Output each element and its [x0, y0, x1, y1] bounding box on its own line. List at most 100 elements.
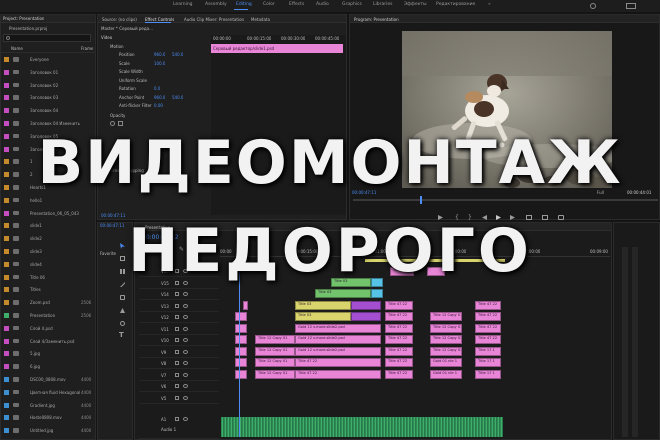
track-lock-icon[interactable] — [175, 349, 179, 354]
column-rate-header[interactable]: Frame — [81, 46, 93, 51]
timeline-clip[interactable]: Gold 01 nle 1 — [430, 358, 462, 367]
timeline-clip[interactable]: Title 17 1 — [475, 358, 501, 367]
workspace-tab-audio[interactable]: Audio — [316, 2, 329, 7]
timeline-clip[interactable]: Title 47 22 — [385, 347, 413, 356]
workspace-tab-graphics[interactable]: Graphics — [342, 2, 362, 7]
track-visibility-icon[interactable] — [183, 326, 188, 331]
effect-property-value[interactable]: 540.0 — [172, 52, 183, 57]
timeline-clip[interactable]: Gold 01 nle 1 — [430, 370, 462, 379]
track-visibility-icon[interactable] — [183, 395, 188, 400]
timeline-clip[interactable]: Title 12 Copy 01 — [255, 358, 295, 367]
workspace-tab-effects-ru[interactable]: Эффекты — [404, 2, 427, 7]
track-lock-icon[interactable] — [175, 292, 179, 296]
track-header[interactable]: V11 — [139, 325, 219, 335]
project-panel-title[interactable]: Project: Presentation — [3, 16, 44, 21]
program-monitor-title[interactable]: Program: Presentation — [354, 17, 399, 22]
project-item[interactable]: Слой 4.psd — [1, 324, 95, 333]
timeline-clip[interactable] — [351, 301, 381, 310]
timeline-clip[interactable] — [235, 312, 247, 321]
timeline-clip[interactable]: Title 47 22 — [295, 370, 381, 379]
track-visibility-icon[interactable] — [183, 292, 188, 296]
timeline-clip[interactable]: Title 12 Copy 01 — [255, 370, 295, 379]
project-search-input[interactable] — [3, 34, 91, 42]
workspace-overflow-icon[interactable]: » — [488, 2, 491, 7]
timeline-clip[interactable] — [351, 312, 381, 321]
track-visibility-icon[interactable] — [183, 361, 188, 365]
mask-rect-icon[interactable] — [118, 121, 123, 126]
timeline-clip[interactable]: Title 12 Copy 01 — [255, 335, 295, 344]
timeline-clip[interactable]: Title 03 — [315, 289, 371, 298]
timeline-clip[interactable]: Title 47 22 — [385, 312, 413, 321]
effect-property-value[interactable]: 960.0 — [154, 95, 165, 100]
effect-property-row[interactable]: Position 960.0 540.0 — [116, 51, 211, 59]
mask-ellipse-icon[interactable] — [110, 121, 115, 126]
workspace-tab-editing[interactable]: Editing — [236, 2, 252, 7]
project-item[interactable]: 5.jpg — [1, 349, 95, 358]
workspace-tab-learning[interactable]: Learning — [173, 2, 193, 7]
timeline-clip[interactable] — [235, 370, 247, 379]
timeline-clip[interactable]: Title 12 Copy 03 — [430, 335, 462, 344]
timeline-clip[interactable]: Title 03 — [295, 312, 351, 321]
timeline-clip[interactable]: Title 12 Copy 01 — [430, 312, 462, 321]
timeline-clip[interactable] — [235, 335, 247, 344]
timeline-clip[interactable]: Title 17 1 — [475, 370, 501, 379]
track-visibility-icon[interactable] — [183, 349, 188, 354]
track-header[interactable]: V5 — [139, 394, 219, 404]
track-lock-icon[interactable] — [175, 326, 179, 331]
project-item[interactable]: Слой 4/Заменить.psd — [1, 337, 95, 346]
track-visibility-icon[interactable] — [183, 338, 188, 342]
track-header[interactable]: V9 — [139, 348, 219, 358]
project-item[interactable]: 6.jpg — [1, 362, 95, 371]
timeline-clip[interactable] — [235, 358, 247, 367]
timeline-clip[interactable]: Title 47 22 — [385, 370, 413, 379]
project-item[interactable]: Everyone — [1, 55, 95, 64]
effect-property-row[interactable]: Rotation 0.0 — [116, 85, 211, 93]
track-lock-icon[interactable] — [175, 315, 179, 319]
track-header[interactable]: V14 — [139, 290, 219, 300]
hand-tool-icon[interactable] — [120, 321, 125, 326]
timeline-clip[interactable]: Title 47 22 — [385, 301, 413, 310]
track-lock-icon[interactable] — [175, 338, 179, 342]
track-header[interactable]: A1 Audio 1 — [139, 415, 219, 439]
project-item[interactable]: Заголовок 01 — [1, 68, 95, 77]
track-header[interactable]: V13 — [139, 302, 219, 312]
effect-property-value[interactable]: 0.00 — [154, 103, 163, 108]
project-item[interactable]: Presentation 2506 — [1, 311, 95, 320]
timeline-clip[interactable] — [235, 324, 247, 333]
motion-section-label[interactable]: Motion — [110, 44, 124, 49]
maximize-icon[interactable] — [626, 3, 636, 9]
timeline-clip[interactable]: Title 12 Copy 01 — [430, 324, 462, 333]
timeline-clip[interactable]: Title 47 22 — [475, 335, 501, 344]
tab-audio-clip-mixer[interactable]: Audio Clip Mixer: Presentation — [184, 17, 244, 22]
project-item[interactable]: Untitled.jpg 4400 — [1, 426, 95, 435]
effect-property-value[interactable]: 960.0 — [154, 52, 165, 57]
workspace-tab-assembly[interactable]: Assembly — [205, 2, 227, 7]
effect-property-value[interactable]: 100.0 — [154, 61, 165, 66]
workspace-tab-color[interactable]: Color — [263, 2, 275, 7]
track-lock-icon[interactable] — [175, 303, 179, 308]
project-item[interactable]: Заголовок 04 — [1, 106, 95, 115]
pen-tool-icon[interactable] — [120, 308, 125, 313]
opacity-section-label[interactable]: Opacity — [110, 113, 125, 118]
track-visibility-icon[interactable] — [183, 303, 188, 308]
column-name-header[interactable]: Name — [11, 46, 23, 51]
track-visibility-icon[interactable] — [183, 372, 188, 377]
master-clip-selector[interactable]: Master * Серовый реда... — [101, 26, 153, 31]
timeline-clip[interactable]: Gold 12 v.more.slide2.psd — [295, 347, 381, 356]
timeline-clip[interactable]: Title 12 Copy 03 — [430, 347, 462, 356]
track-lock-icon[interactable] — [175, 372, 179, 377]
effect-property-row[interactable]: Scale 100.0 — [116, 60, 211, 68]
project-item[interactable]: Заголовок 03 — [1, 93, 95, 102]
project-item[interactable]: Цветная fluid Hexagonal 4400 — [1, 388, 95, 397]
effect-property-value[interactable]: 0.0 — [154, 86, 160, 91]
workspace-tab-libraries[interactable]: Libraries — [373, 2, 392, 7]
timeline-clip[interactable] — [235, 347, 247, 356]
track-header[interactable]: V6 — [139, 382, 219, 392]
workspace-tab-editing-ru[interactable]: Редактирование — [436, 2, 475, 7]
ec-clip-bar[interactable]: Серовый редактор/slide1.psd — [211, 44, 343, 53]
track-visibility-icon[interactable] — [183, 417, 188, 421]
project-item[interactable]: Заголовок 04 Изменить — [1, 119, 95, 128]
track-header[interactable]: V8 — [139, 359, 219, 369]
program-scrub-bar[interactable] — [353, 199, 658, 201]
tab-source[interactable]: Source: (no clips) — [102, 17, 137, 22]
